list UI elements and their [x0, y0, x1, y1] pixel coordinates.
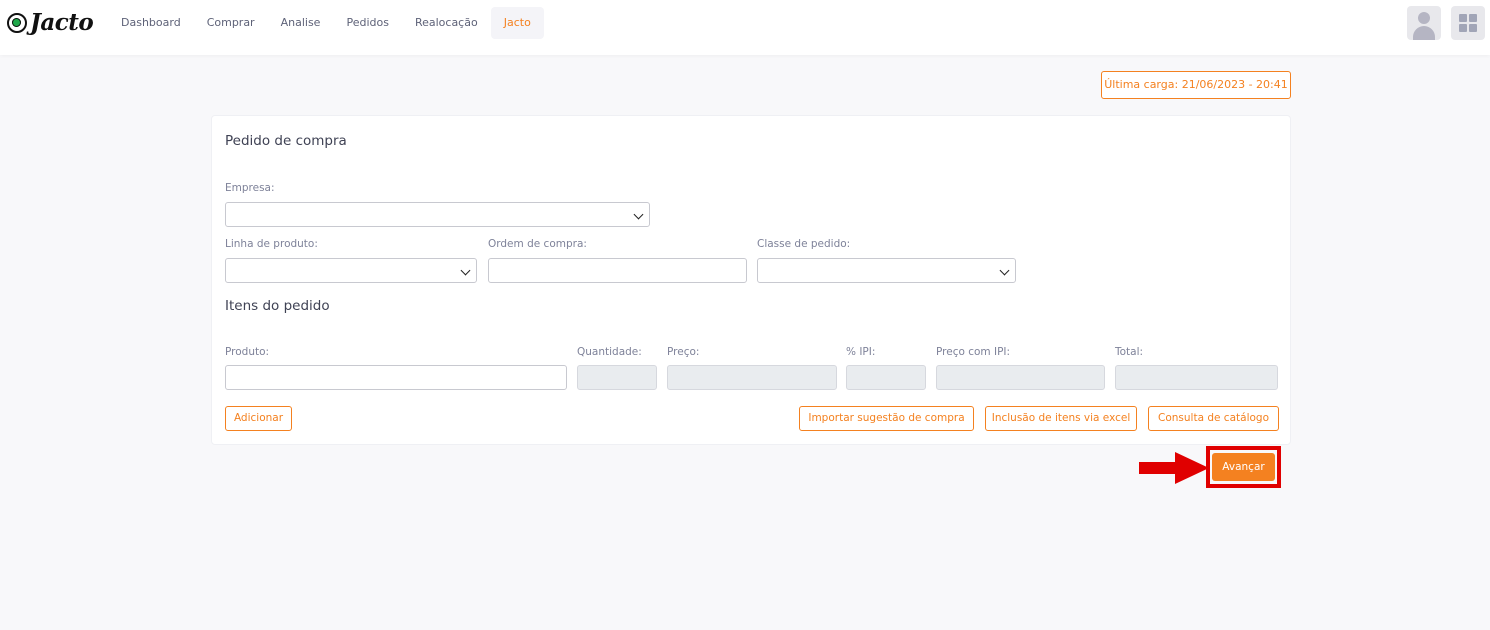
items-title: Itens do pedido	[225, 298, 330, 314]
apps-grid-icon[interactable]	[1451, 6, 1485, 40]
advance-button[interactable]: Avançar	[1212, 453, 1275, 481]
brand-logo[interactable]: Jacto	[7, 9, 94, 36]
classe-pedido-label: Classe de pedido:	[757, 238, 851, 250]
avatar-head	[1418, 12, 1430, 24]
grid-square	[1459, 14, 1467, 22]
nav-item-realocacao[interactable]: Realocação	[402, 7, 491, 39]
nav-item-jacto[interactable]: Jacto	[490, 7, 544, 39]
top-navbar: Jacto Dashboard Comprar Analise Pedidos …	[0, 0, 1490, 55]
ipi-input	[846, 365, 926, 390]
order-title: Pedido de compra	[225, 133, 347, 149]
ordem-compra-input[interactable]	[488, 258, 747, 283]
chevron-down-icon	[460, 265, 471, 276]
quantidade-label: Quantidade:	[577, 346, 642, 358]
import-suggestion-button[interactable]: Importar sugestão de compra	[799, 406, 974, 431]
produto-label: Produto:	[225, 346, 270, 358]
purchase-order-card: Pedido de compra Empresa: Linha de produ…	[211, 115, 1291, 445]
grid-square	[1469, 14, 1477, 22]
catalog-lookup-button[interactable]: Consulta de catálogo	[1148, 406, 1279, 431]
logo-text: Jacto	[30, 9, 94, 36]
add-item-button[interactable]: Adicionar	[225, 406, 292, 431]
ipi-label: % IPI:	[846, 346, 876, 358]
preco-ipi-label: Preço com IPI:	[936, 346, 1011, 358]
grid-square	[1459, 24, 1467, 32]
empresa-select[interactable]	[225, 202, 650, 227]
preco-label: Preço:	[667, 346, 700, 358]
preco-ipi-input	[936, 365, 1105, 390]
total-input	[1115, 365, 1278, 390]
nav-item-analise[interactable]: Analise	[268, 7, 334, 39]
quantidade-input	[577, 365, 657, 390]
empresa-label: Empresa:	[225, 182, 275, 194]
total-label: Total:	[1115, 346, 1144, 358]
nav-item-comprar[interactable]: Comprar	[194, 7, 268, 39]
linha-produto-label: Linha de produto:	[225, 238, 318, 250]
excel-import-button[interactable]: Inclusão de itens via excel	[985, 406, 1137, 431]
chevron-down-icon	[633, 209, 644, 220]
linha-produto-select[interactable]	[225, 258, 477, 283]
classe-pedido-select[interactable]	[757, 258, 1016, 283]
produto-input[interactable]	[225, 365, 567, 390]
avatar-body	[1413, 26, 1435, 40]
logo-emblem-icon	[7, 13, 27, 33]
annotation-arrow-icon	[1139, 452, 1209, 484]
main-nav: Dashboard Comprar Analise Pedidos Realoc…	[108, 7, 544, 39]
grid-square	[1469, 24, 1477, 32]
nav-item-dashboard[interactable]: Dashboard	[108, 7, 194, 39]
preco-input	[667, 365, 837, 390]
chevron-down-icon	[999, 265, 1010, 276]
ordem-compra-label: Ordem de compra:	[488, 238, 587, 250]
user-avatar-icon[interactable]	[1407, 6, 1441, 40]
last-load-badge: Última carga: 21/06/2023 - 20:41	[1101, 71, 1291, 99]
nav-item-pedidos[interactable]: Pedidos	[333, 7, 402, 39]
